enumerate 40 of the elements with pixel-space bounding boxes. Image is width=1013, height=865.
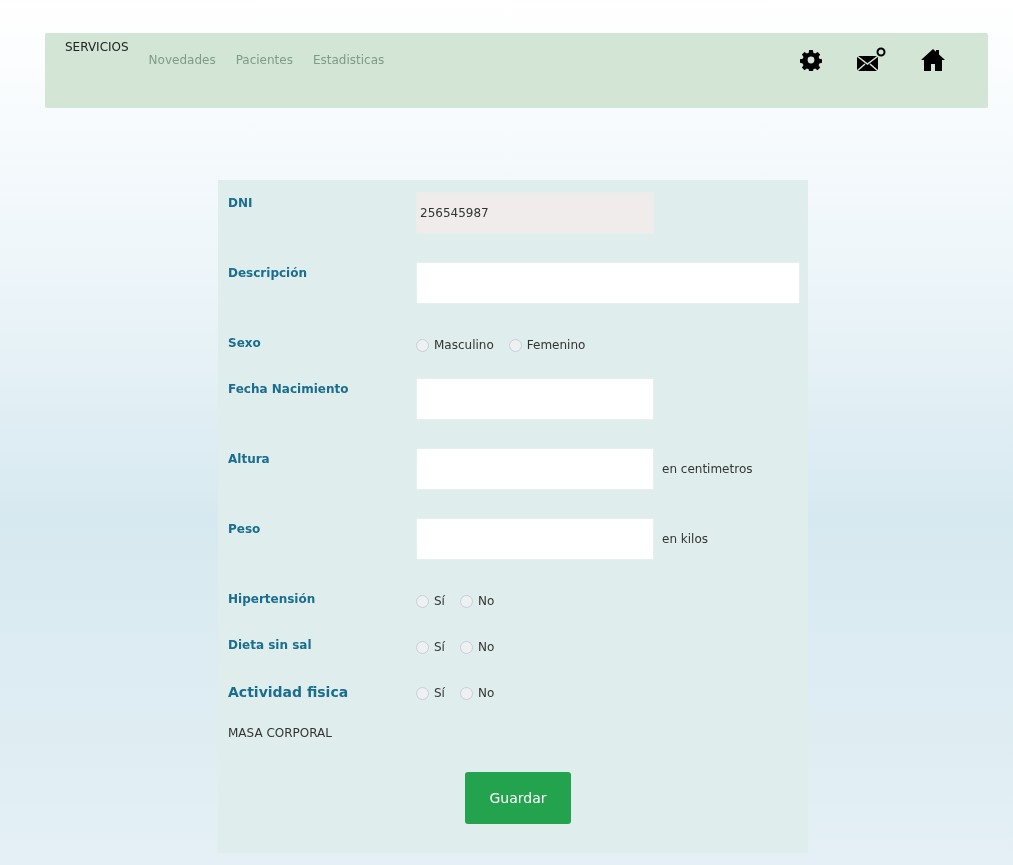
field-label: Actividad fisica bbox=[228, 684, 350, 700]
field-label: Sexo bbox=[228, 336, 262, 350]
gear-icon[interactable] bbox=[800, 49, 822, 71]
field-label: Descripción bbox=[228, 266, 308, 280]
radio-button[interactable] bbox=[459, 594, 473, 608]
field-label: Peso bbox=[228, 522, 262, 536]
option-label: Masculino bbox=[434, 338, 494, 352]
unit-label: en centimetros bbox=[662, 462, 753, 476]
option-label: Sí bbox=[434, 594, 445, 608]
envelope-icon[interactable] bbox=[856, 47, 886, 73]
nav-link[interactable]: Novedades bbox=[148, 53, 216, 67]
radio-button[interactable] bbox=[459, 686, 473, 700]
field-label: Altura bbox=[228, 452, 271, 466]
home-icon[interactable] bbox=[920, 48, 946, 72]
radio-button[interactable] bbox=[416, 686, 429, 700]
option-label: Sí bbox=[434, 640, 445, 654]
field-label: Dieta sin sal bbox=[228, 638, 313, 652]
input-field[interactable] bbox=[416, 378, 654, 420]
option-label: No bbox=[477, 686, 495, 700]
option-label: Sí bbox=[434, 686, 445, 700]
field-label: Hipertensión bbox=[228, 592, 317, 606]
radio-button[interactable] bbox=[508, 338, 522, 352]
unit-label: en kilos bbox=[662, 532, 708, 546]
body-mass-label: MASA CORPORAL bbox=[228, 726, 333, 740]
save-button[interactable]: Guardar bbox=[465, 772, 571, 824]
radio-button[interactable] bbox=[416, 338, 429, 352]
option-label: No bbox=[477, 640, 495, 654]
option-label: Femenino bbox=[526, 338, 586, 352]
option-label: No bbox=[477, 594, 495, 608]
radio-button[interactable] bbox=[459, 640, 473, 654]
input-field[interactable] bbox=[416, 518, 654, 560]
radio-button[interactable] bbox=[416, 640, 429, 654]
field-label: Fecha Nacimiento bbox=[228, 382, 350, 396]
brand-label: SERVICIOS bbox=[65, 40, 129, 54]
input-field[interactable] bbox=[416, 262, 800, 304]
radio-button[interactable] bbox=[416, 594, 429, 608]
nav-link[interactable]: Pacientes bbox=[235, 53, 293, 67]
nav-link[interactable]: Estadisticas bbox=[312, 53, 385, 67]
input-field[interactable] bbox=[416, 448, 654, 490]
field-label: DNI bbox=[228, 196, 254, 210]
